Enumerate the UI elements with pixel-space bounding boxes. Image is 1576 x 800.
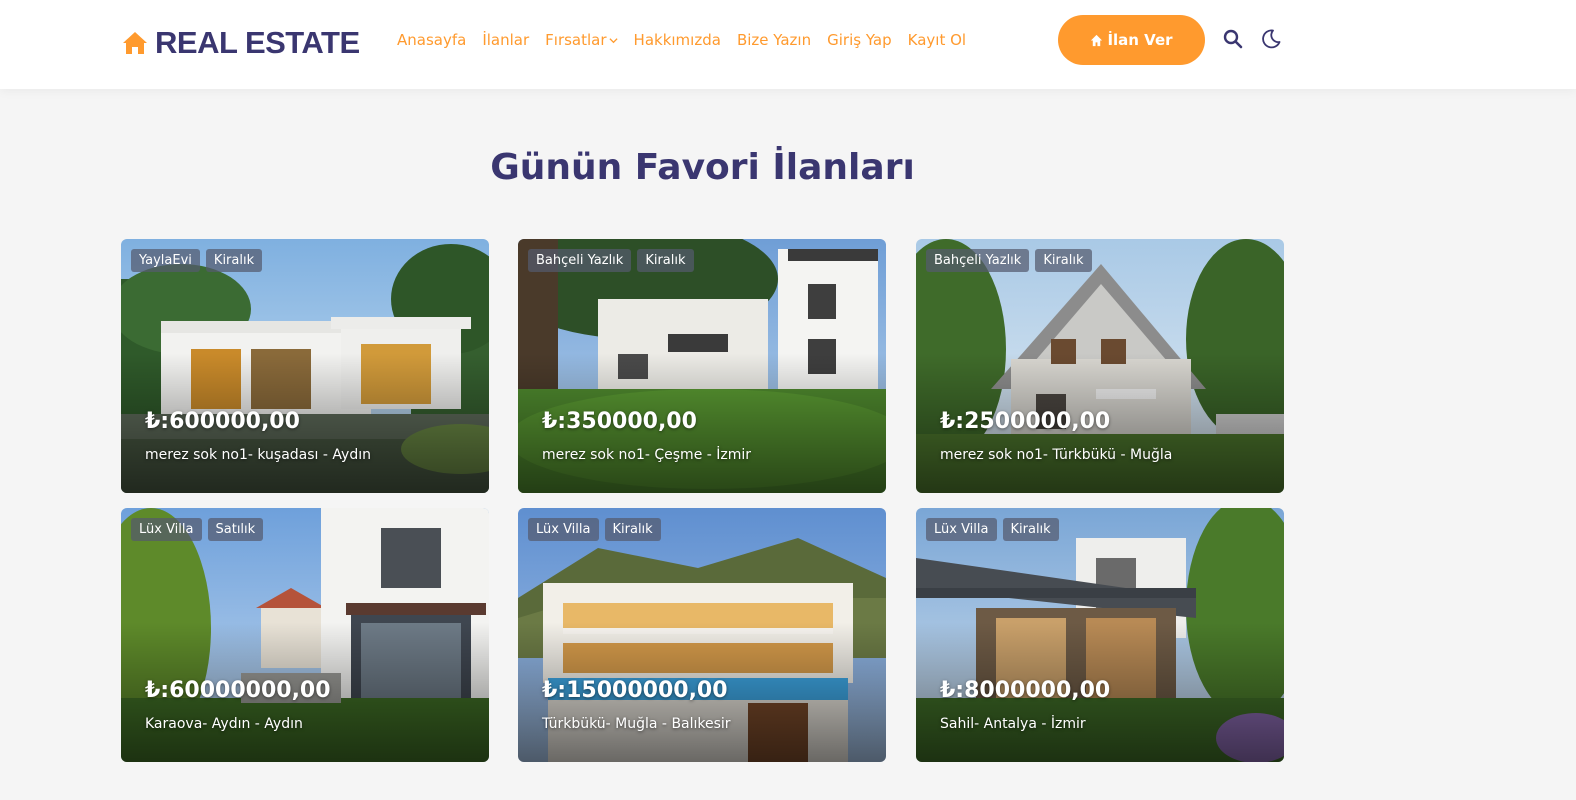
search-icon[interactable] <box>1222 28 1244 50</box>
listing-price: ₺:15000000,00 <box>542 678 728 703</box>
nav-item-bize-yazin[interactable]: Bize Yazın <box>737 31 811 49</box>
listing-card[interactable]: Bahçeli Yazlık Kiralık ₺:2500000,00 mere… <box>916 239 1284 493</box>
category-badge[interactable]: Lüx Villa <box>528 518 599 541</box>
listing-tags: YaylaEvi Kiralık <box>131 249 263 272</box>
nav-item-firsatlar-label: Fırsatlar <box>545 31 607 49</box>
listing-card[interactable]: YaylaEvi Kiralık ₺:600000,00 merez sok n… <box>121 239 489 493</box>
listing-card[interactable]: Lüx Villa Satılık ₺:60000000,00 Karaova-… <box>121 508 489 762</box>
section-title: Günün Favori İlanları <box>490 147 915 188</box>
listing-price: ₺:60000000,00 <box>145 678 331 703</box>
category-badge[interactable]: Lüx Villa <box>131 518 202 541</box>
category-badge[interactable]: Lüx Villa <box>926 518 997 541</box>
listing-location: merez sok no1- kuşadası - Aydın <box>145 447 371 463</box>
listing-card[interactable]: Lüx Villa Kiralık ₺:15000000,00 Türkbükü… <box>518 508 886 762</box>
brand-logo[interactable]: REAL ESTATE <box>121 24 360 62</box>
listing-location: Karaova- Aydın - Aydın <box>145 716 303 732</box>
listing-tags: Lüx Villa Kiralık <box>528 518 661 541</box>
brand-name: REAL ESTATE <box>155 25 360 60</box>
listing-tags: Bahçeli Yazlık Kiralık <box>528 249 694 272</box>
listing-location: merez sok no1- Çeşme - İzmir <box>542 447 752 463</box>
listing-tags: Lüx Villa Kiralık <box>926 518 1059 541</box>
site-header: REAL ESTATE Anasayfa İlanlar Fırsatlar H… <box>0 0 1576 89</box>
listing-tags: Bahçeli Yazlık Kiralık <box>926 249 1092 272</box>
nav-item-hakkimizda[interactable]: Hakkımızda <box>634 31 721 49</box>
nav-item-anasayfa[interactable]: Anasayfa <box>397 31 466 49</box>
listing-price: ₺:2500000,00 <box>940 409 1111 434</box>
listing-price: ₺:8000000,00 <box>940 678 1111 703</box>
post-listing-button[interactable]: İlan Ver <box>1058 15 1205 65</box>
home-icon <box>1091 34 1103 46</box>
status-badge[interactable]: Kiralık <box>604 518 661 541</box>
status-badge[interactable]: Kiralık <box>1035 249 1092 272</box>
listing-price: ₺:600000,00 <box>145 409 300 434</box>
listing-location: merez sok no1- Türkbükü - Muğla <box>940 447 1173 463</box>
main-nav: Anasayfa İlanlar Fırsatlar Hakkımızda Bi… <box>397 28 982 52</box>
listing-price: ₺:350000,00 <box>542 409 697 434</box>
nav-item-firsatlar[interactable]: Fırsatlar <box>545 31 618 49</box>
category-badge[interactable]: Bahçeli Yazlık <box>528 249 632 272</box>
status-badge[interactable]: Kiralık <box>1002 518 1059 541</box>
nav-item-giris-yap[interactable]: Giriş Yap <box>827 31 892 49</box>
moon-icon[interactable] <box>1260 28 1282 50</box>
listing-location: Sahil- Antalya - İzmir <box>940 716 1086 732</box>
listing-card[interactable]: Bahçeli Yazlık Kiralık ₺:350000,00 merez… <box>518 239 886 493</box>
status-badge[interactable]: Kiralık <box>637 249 694 272</box>
category-badge[interactable]: YaylaEvi <box>131 249 200 272</box>
post-listing-label: İlan Ver <box>1107 31 1173 49</box>
listing-location: Türkbükü- Muğla - Balıkesir <box>542 716 731 732</box>
status-badge[interactable]: Satılık <box>207 518 264 541</box>
home-icon <box>123 32 147 54</box>
nav-item-ilanlar[interactable]: İlanlar <box>482 31 529 49</box>
listing-tags: Lüx Villa Satılık <box>131 518 264 541</box>
nav-item-kayit-ol[interactable]: Kayıt Ol <box>908 31 966 49</box>
listing-card[interactable]: Lüx Villa Kiralık ₺:8000000,00 Sahil- An… <box>916 508 1284 762</box>
category-badge[interactable]: Bahçeli Yazlık <box>926 249 1030 272</box>
status-badge[interactable]: Kiralık <box>205 249 263 272</box>
chevron-down-icon <box>608 37 618 43</box>
